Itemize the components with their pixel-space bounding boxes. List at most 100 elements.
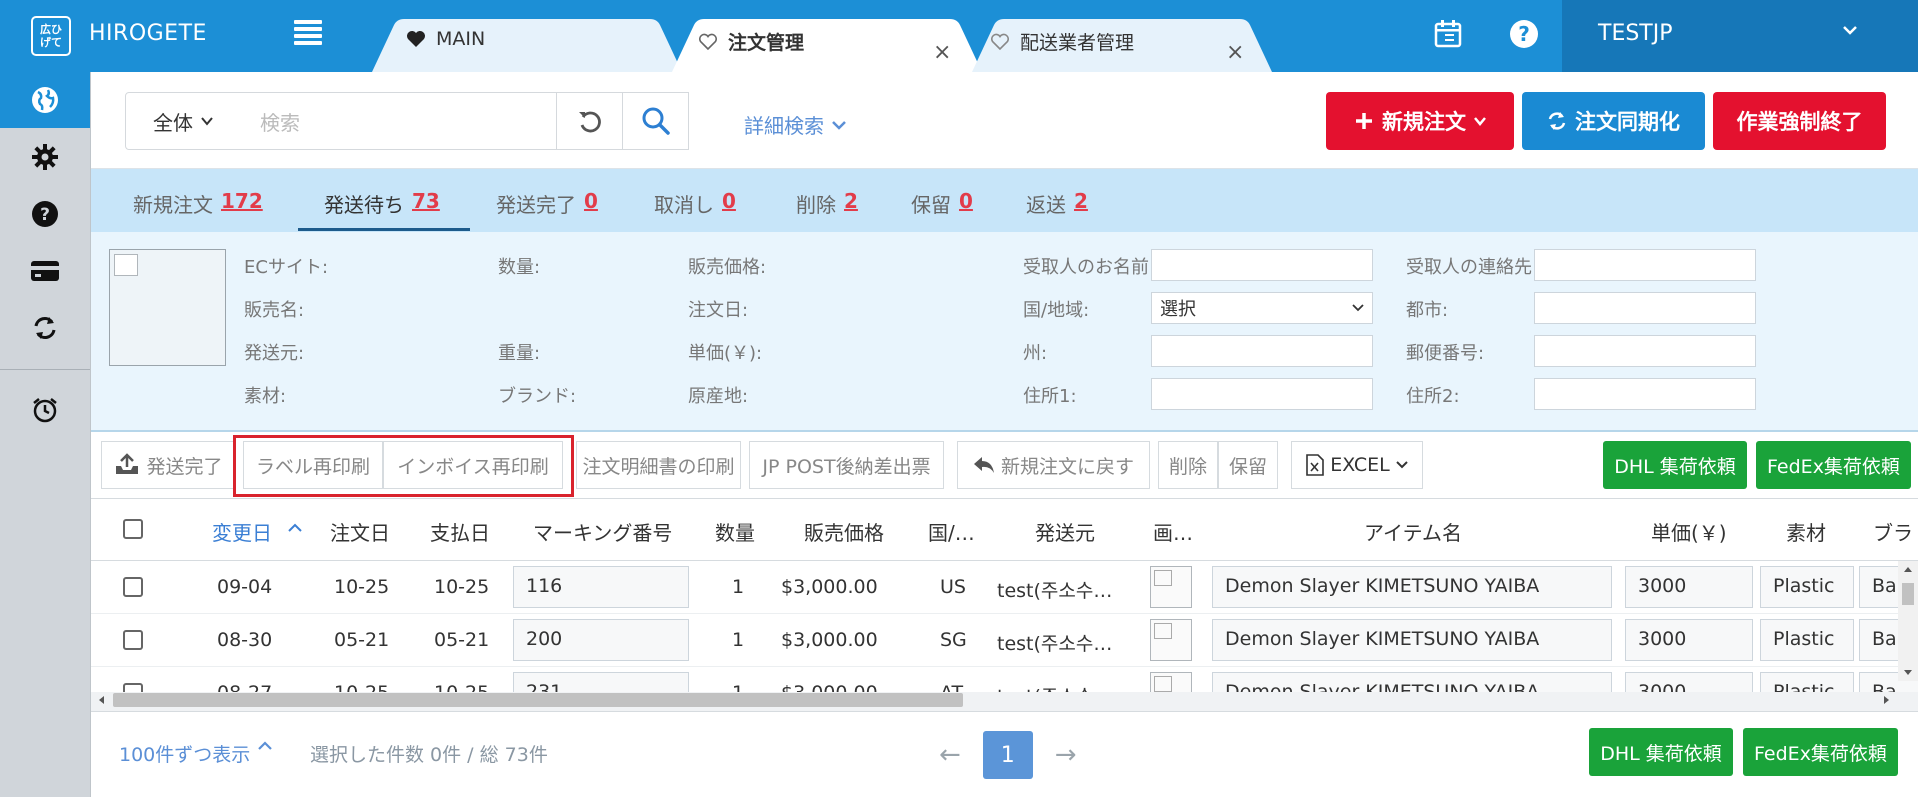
country-select[interactable]: 選択 <box>1151 292 1373 324</box>
material-input[interactable]: Plastic <box>1760 619 1854 661</box>
status-tab-returned[interactable]: 返送 2 <box>1026 189 1088 218</box>
search-button[interactable] <box>622 92 689 150</box>
status-tab-on-hold[interactable]: 保留 0 <box>911 189 973 218</box>
help-icon: ? <box>32 201 58 227</box>
address1-field[interactable] <box>1151 378 1373 410</box>
vertical-scroll-thumb[interactable] <box>1902 583 1914 605</box>
advanced-search-toggle[interactable]: 詳細検索 <box>744 110 846 139</box>
item-image[interactable] <box>1150 619 1192 661</box>
cell-quantity: 1 <box>732 629 745 651</box>
new-order-button[interactable]: 新規注文 <box>1326 92 1514 150</box>
header-image[interactable]: 画… <box>1153 517 1193 546</box>
account-dropdown[interactable]: TESTJP <box>1562 0 1918 72</box>
highlight-box <box>233 435 574 497</box>
header-changed-date[interactable]: 変更日 <box>212 517 272 546</box>
scroll-down-icon[interactable] <box>1903 669 1913 677</box>
mark-shipped-button[interactable]: 発送完了 <box>101 441 236 489</box>
tab-carrier-close-icon[interactable]: × <box>1226 40 1244 65</box>
sidebar-item-settings[interactable] <box>0 129 90 185</box>
footer-fedex-pickup-button[interactable]: FedEx集荷依頼 <box>1743 728 1898 776</box>
sidebar-item-globe[interactable] <box>0 72 90 128</box>
tab-order-close-icon[interactable]: × <box>933 40 951 65</box>
table-row[interactable]: 09-04 10-25 10-25 116 1 $3,000.00 US tes… <box>91 561 1918 614</box>
force-stop-button[interactable]: 作業強制終了 <box>1713 92 1886 150</box>
tab-order-label-wrap[interactable]: 注文管理 <box>698 28 804 55</box>
recipient-contact-field[interactable] <box>1534 249 1756 281</box>
scroll-up-icon[interactable] <box>1903 565 1913 573</box>
fedex-pickup-button[interactable]: FedEx集荷依頼 <box>1756 441 1911 489</box>
vertical-scrollbar[interactable] <box>1898 561 1918 681</box>
item-name-input[interactable]: Demon Slayer KIMETSUNO YAIBA <box>1212 619 1612 661</box>
header-material[interactable]: 素材 <box>1786 517 1826 546</box>
tab-carrier-label-wrap[interactable]: 配送業者管理 <box>990 28 1134 55</box>
header-paid-date[interactable]: 支払日 <box>430 517 490 546</box>
statement-print-button[interactable]: 注文明細書の印刷 <box>576 441 741 489</box>
marking-number-input[interactable]: 200 <box>513 619 689 661</box>
sidebar-item-sync[interactable] <box>0 300 90 356</box>
jp-post-button[interactable]: JP POST後納差出票 <box>749 441 944 489</box>
header-unit-price[interactable]: 単価(￥) <box>1651 517 1727 546</box>
footer-dhl-pickup-button[interactable]: DHL 集荷依頼 <box>1589 728 1733 776</box>
excel-dropdown[interactable]: EXCEL <box>1291 441 1423 489</box>
unit-price-input[interactable]: 3000 <box>1625 619 1753 661</box>
row-checkbox[interactable] <box>123 577 143 597</box>
header-brand[interactable]: ブラ <box>1873 517 1913 546</box>
state-field[interactable] <box>1151 335 1373 367</box>
header-ship-from[interactable]: 発送元 <box>1035 517 1095 546</box>
excel-label: EXCEL <box>1330 454 1390 476</box>
app-logo[interactable]: 広ひ げて <box>31 16 71 56</box>
row-checkbox[interactable] <box>123 630 143 650</box>
header-item-name[interactable]: アイテム名 <box>1364 517 1462 546</box>
horizontal-scrollbar[interactable] <box>0 688 1900 710</box>
back-to-new-button[interactable]: 新規注文に戻す <box>957 441 1150 489</box>
header-sale-price[interactable]: 販売価格 <box>804 517 884 546</box>
item-name-input[interactable]: Demon Slayer KIMETSUNO YAIBA <box>1212 566 1612 608</box>
header-country[interactable]: 国/… <box>928 517 975 546</box>
page-number[interactable]: 1 <box>982 731 1033 779</box>
postal-code-field[interactable] <box>1534 335 1756 367</box>
advanced-search-label: 詳細検索 <box>744 114 824 138</box>
delete-button[interactable]: 削除 <box>1158 441 1218 489</box>
city-field[interactable] <box>1534 292 1756 324</box>
recipient-contact-label: 受取人の連絡先 <box>1406 257 1532 278</box>
reset-search-button[interactable] <box>556 92 623 150</box>
recipient-name-field[interactable] <box>1151 249 1373 281</box>
prev-page-icon[interactable]: ← <box>939 740 961 770</box>
cell-paid-date: 10-25 <box>434 576 490 598</box>
ec-site-label: ECサイト: <box>244 257 329 278</box>
tab-main-label-wrap[interactable]: MAIN <box>406 28 485 50</box>
status-tab-shipped[interactable]: 発送完了 0 <box>496 189 598 218</box>
next-page-icon[interactable]: → <box>1055 740 1077 770</box>
status-tab-awaiting-shipment[interactable]: 発送待ち 73 <box>324 189 440 218</box>
unit-price-input[interactable]: 3000 <box>1625 566 1753 608</box>
calendar-icon[interactable] <box>1432 18 1464 50</box>
help-circle-icon[interactable]: ? <box>1508 18 1540 50</box>
horizontal-scroll-thumb[interactable] <box>113 693 963 707</box>
sidebar-item-alarm[interactable] <box>0 382 90 438</box>
status-tab-deleted[interactable]: 削除 2 <box>796 189 858 218</box>
order-sync-button[interactable]: 注文同期化 <box>1522 92 1705 150</box>
header-marking-number[interactable]: マーキング番号 <box>533 517 672 546</box>
material-input[interactable]: Plastic <box>1760 566 1854 608</box>
sort-asc-icon[interactable] <box>288 523 302 533</box>
status-tab-new[interactable]: 新規注文 172 <box>133 189 263 218</box>
state-label: 州: <box>1023 343 1048 364</box>
scroll-right-icon[interactable] <box>1883 695 1891 705</box>
sidebar-item-help[interactable]: ? <box>0 186 90 242</box>
item-image[interactable] <box>1150 566 1192 608</box>
marking-number-input[interactable]: 116 <box>513 566 689 608</box>
header-order-date[interactable]: 注文日 <box>330 517 390 546</box>
search-input[interactable]: 検索 <box>240 92 557 150</box>
header-quantity[interactable]: 数量 <box>715 517 755 546</box>
search-scope-dropdown[interactable]: 全体 <box>125 92 241 150</box>
hold-button[interactable]: 保留 <box>1218 441 1278 489</box>
select-all-checkbox[interactable] <box>123 519 143 539</box>
scroll-left-icon[interactable] <box>97 695 105 705</box>
menu-icon[interactable] <box>294 20 322 48</box>
sidebar-item-billing[interactable] <box>0 243 90 299</box>
table-row[interactable]: 08-30 05-21 05-21 200 1 $3,000.00 SG tes… <box>91 614 1918 667</box>
address2-field[interactable] <box>1534 378 1756 410</box>
status-tab-cancelled[interactable]: 取消し 0 <box>654 189 736 218</box>
page-size-dropdown[interactable]: 100件ずつ表示 <box>119 740 273 767</box>
dhl-pickup-button[interactable]: DHL 集荷依頼 <box>1603 441 1747 489</box>
